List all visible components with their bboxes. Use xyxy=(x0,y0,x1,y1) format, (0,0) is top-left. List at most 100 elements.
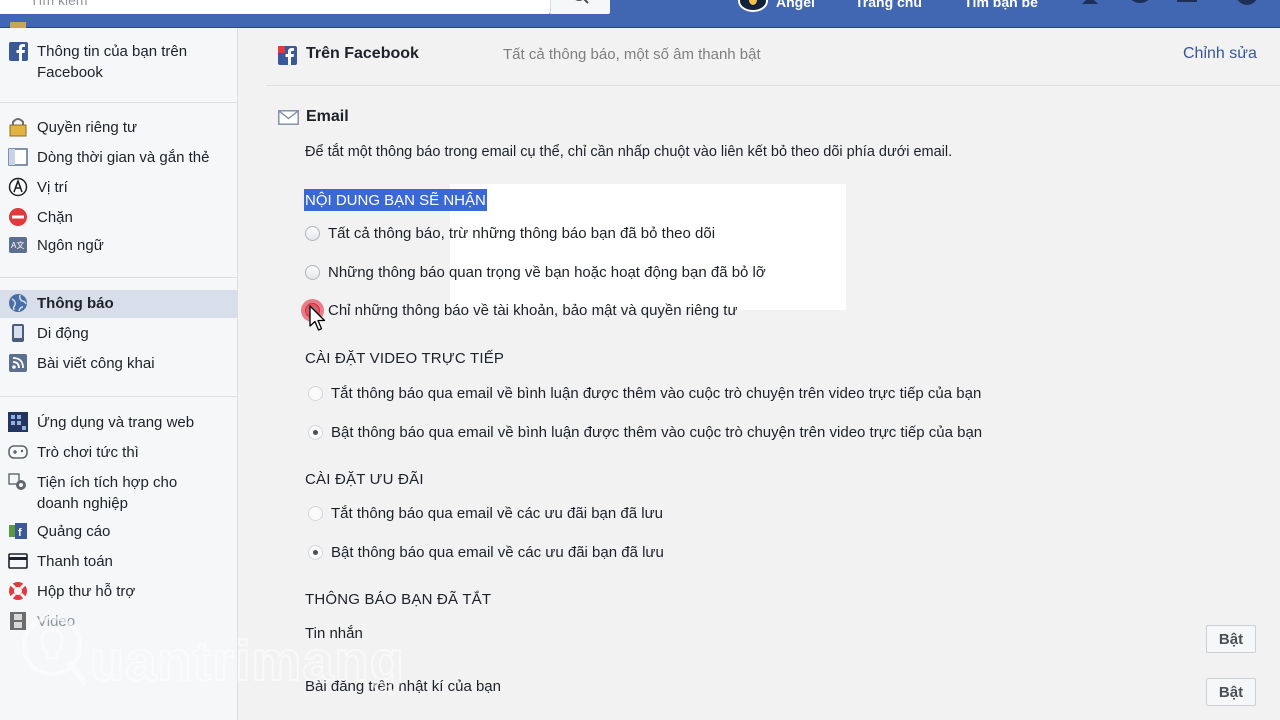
radio-button-selected[interactable] xyxy=(308,425,323,440)
sidebar-item-label: Vị trí xyxy=(37,179,68,196)
sidebar-item-label: Quyền riêng tư xyxy=(37,119,138,136)
live-option-on[interactable]: Bật thông báo qua email về bình luận đượ… xyxy=(308,424,982,441)
sidebar-item-label: Ứng dụng và trang web xyxy=(37,414,195,431)
option-label: Chỉ những thông báo về tài khoản, bảo mậ… xyxy=(328,302,738,319)
enable-messages-button[interactable]: Bật xyxy=(1206,625,1256,653)
rss-icon xyxy=(8,353,28,373)
edit-link[interactable]: Chỉnh sửa xyxy=(1183,45,1257,63)
sidebar-item-business-integrations[interactable]: Tiện ích tích hợp cho doanh nghiệp xyxy=(0,472,237,518)
svg-text:A文: A文 xyxy=(11,240,24,250)
sidebar-item-instant-games[interactable]: Trò chơi tức thì xyxy=(0,442,237,464)
mouse-cursor-icon xyxy=(309,305,326,331)
envelope-icon xyxy=(278,110,299,125)
sidebar-item-label: Ngôn ngữ xyxy=(37,237,104,254)
home-link[interactable]: Trang chủ xyxy=(855,0,922,14)
language-icon: A文 xyxy=(8,235,28,255)
sidebar-item-payments[interactable]: Thanh toán xyxy=(0,551,237,573)
radio-button[interactable] xyxy=(305,265,320,280)
radio-button-selected[interactable] xyxy=(308,545,323,560)
sidebar-item-block[interactable]: Chặn xyxy=(0,207,237,229)
on-facebook-section: Trên Facebook Tất cả thông báo, một số â… xyxy=(266,28,1280,86)
sidebar-item-apps[interactable]: Ứng dụng và trang web xyxy=(0,412,237,434)
notification-settings-panel: Trên Facebook Tất cả thông báo, một số â… xyxy=(238,28,1280,720)
ads-icon: f xyxy=(8,521,28,541)
sidebar-divider xyxy=(0,102,237,103)
user-avatar[interactable] xyxy=(738,0,768,12)
radio-button[interactable] xyxy=(305,226,320,241)
lifebuoy-icon xyxy=(8,581,28,601)
muted-item-label: Bài đăng trên nhật kí của bạn xyxy=(305,678,501,695)
radio-button[interactable] xyxy=(308,506,323,521)
sidebar-item-your-info[interactable]: Thông tin của bạn trên Facebook xyxy=(0,41,237,89)
sidebar-item-label: Thanh toán xyxy=(37,553,113,570)
content-option-all[interactable]: Tất cả thông báo, trừ những thông báo bạ… xyxy=(305,225,715,242)
sidebar-item-label: Quảng cáo xyxy=(37,523,111,540)
timeline-icon xyxy=(8,147,28,167)
radio-button[interactable] xyxy=(308,386,323,401)
gamepad-icon xyxy=(8,442,28,462)
profile-link[interactable]: Angel xyxy=(776,0,815,14)
sidebar-item-notifications[interactable]: Thông báo xyxy=(0,290,237,318)
enable-timeline-posts-button[interactable]: Bật xyxy=(1206,678,1256,706)
on-facebook-summary: Tất cả thông báo, một số âm thanh bật xyxy=(503,46,761,63)
sidebar-item-label: Tiện ích tích hợp cho doanh nghiệp xyxy=(37,474,178,512)
search-button[interactable] xyxy=(550,0,610,14)
option-label: Những thông báo quan trọng về bạn hoặc h… xyxy=(328,264,766,281)
cut-off-icon xyxy=(8,20,28,28)
email-section-description: Để tắt một thông báo trong email cụ thể,… xyxy=(305,144,953,160)
find-friends-link[interactable]: Tìm bạn bè xyxy=(964,0,1038,14)
globe-icon xyxy=(8,293,28,313)
block-icon xyxy=(8,207,28,227)
sidebar-item-mobile[interactable]: Di động xyxy=(0,323,237,345)
sidebar-item-label: Dòng thời gian và gắn thẻ xyxy=(37,149,210,166)
sidebar-divider xyxy=(0,277,237,278)
search-icon xyxy=(575,0,589,4)
sidebar-item-partial[interactable] xyxy=(0,20,237,28)
muted-notifications-heading: THÔNG BÁO BẠN ĐÃ TẮT xyxy=(305,591,492,608)
svg-text:f: f xyxy=(18,527,22,539)
sidebar-item-public-posts[interactable]: Bài viết công khai xyxy=(0,353,237,375)
muted-item-label: Tin nhắn xyxy=(305,625,363,642)
sidebar-item-label: Di động xyxy=(37,325,89,342)
settings-sidebar: Thông tin của bạn trên Facebook Quyền ri… xyxy=(0,22,238,720)
email-section-title: Email xyxy=(306,108,349,125)
content-heading: NỘI DUNG BẠN SẼ NHẬN xyxy=(304,189,487,211)
friend-requests-icon[interactable] xyxy=(1080,0,1106,12)
sidebar-item-video[interactable]: Video xyxy=(0,611,237,633)
apps-icon xyxy=(8,412,28,432)
offers-heading: CÀI ĐẶT ƯU ĐÃI xyxy=(305,471,424,488)
facebook-notification-icon xyxy=(278,46,297,65)
sidebar-item-timeline[interactable]: Dòng thời gian và gắn thẻ xyxy=(0,147,237,169)
search-placeholder: Tìm kiếm xyxy=(30,0,88,8)
sidebar-item-label: Thông tin của bạn trên Facebook xyxy=(37,43,188,81)
content-option-important[interactable]: Những thông báo quan trọng về bạn hoặc h… xyxy=(305,264,766,281)
facebook-icon xyxy=(8,41,28,61)
help-icon[interactable] xyxy=(1234,0,1260,12)
offers-option-on[interactable]: Bật thông báo qua email về các ưu đãi bạ… xyxy=(308,544,664,561)
lock-icon xyxy=(8,117,28,137)
card-icon xyxy=(8,551,28,571)
mobile-icon xyxy=(8,323,28,343)
messenger-icon[interactable] xyxy=(1127,0,1153,12)
live-option-off[interactable]: Tắt thông báo qua email về bình luận đượ… xyxy=(308,385,981,402)
sidebar-item-label: Bài viết công khai xyxy=(37,355,155,372)
option-label: Tắt thông báo qua email về các ưu đãi bạ… xyxy=(331,505,663,522)
sidebar-item-location[interactable]: Vị trí xyxy=(0,177,237,199)
sidebar-item-language[interactable]: A文 Ngôn ngữ xyxy=(0,235,237,257)
offers-option-off[interactable]: Tắt thông báo qua email về các ưu đãi bạ… xyxy=(308,505,663,522)
sidebar-item-support-inbox[interactable]: Hộp thư hỗ trợ xyxy=(0,581,237,603)
sidebar-item-privacy[interactable]: Quyền riêng tư xyxy=(0,117,237,139)
notifications-icon[interactable] xyxy=(1174,0,1200,12)
search-input[interactable]: Tìm kiếm xyxy=(0,0,550,14)
sidebar-divider xyxy=(0,396,237,397)
sidebar-item-ads[interactable]: f Quảng cáo xyxy=(0,521,237,543)
sidebar-item-label: Thông báo xyxy=(37,295,114,312)
live-video-heading: CÀI ĐẶT VIDEO TRỰC TIẾP xyxy=(305,350,505,367)
option-label: Tắt thông báo qua email về bình luận đượ… xyxy=(331,385,982,402)
sidebar-item-label: Trò chơi tức thì xyxy=(37,444,139,461)
option-label: Tất cả thông báo, trừ những thông báo bạ… xyxy=(328,225,716,242)
option-label: Bật thông báo qua email về bình luận đượ… xyxy=(331,424,983,441)
location-icon xyxy=(8,177,28,197)
option-label: Bật thông báo qua email về các ưu đãi bạ… xyxy=(331,544,664,561)
content-option-account-only[interactable]: Chỉ những thông báo về tài khoản, bảo mậ… xyxy=(305,302,738,319)
